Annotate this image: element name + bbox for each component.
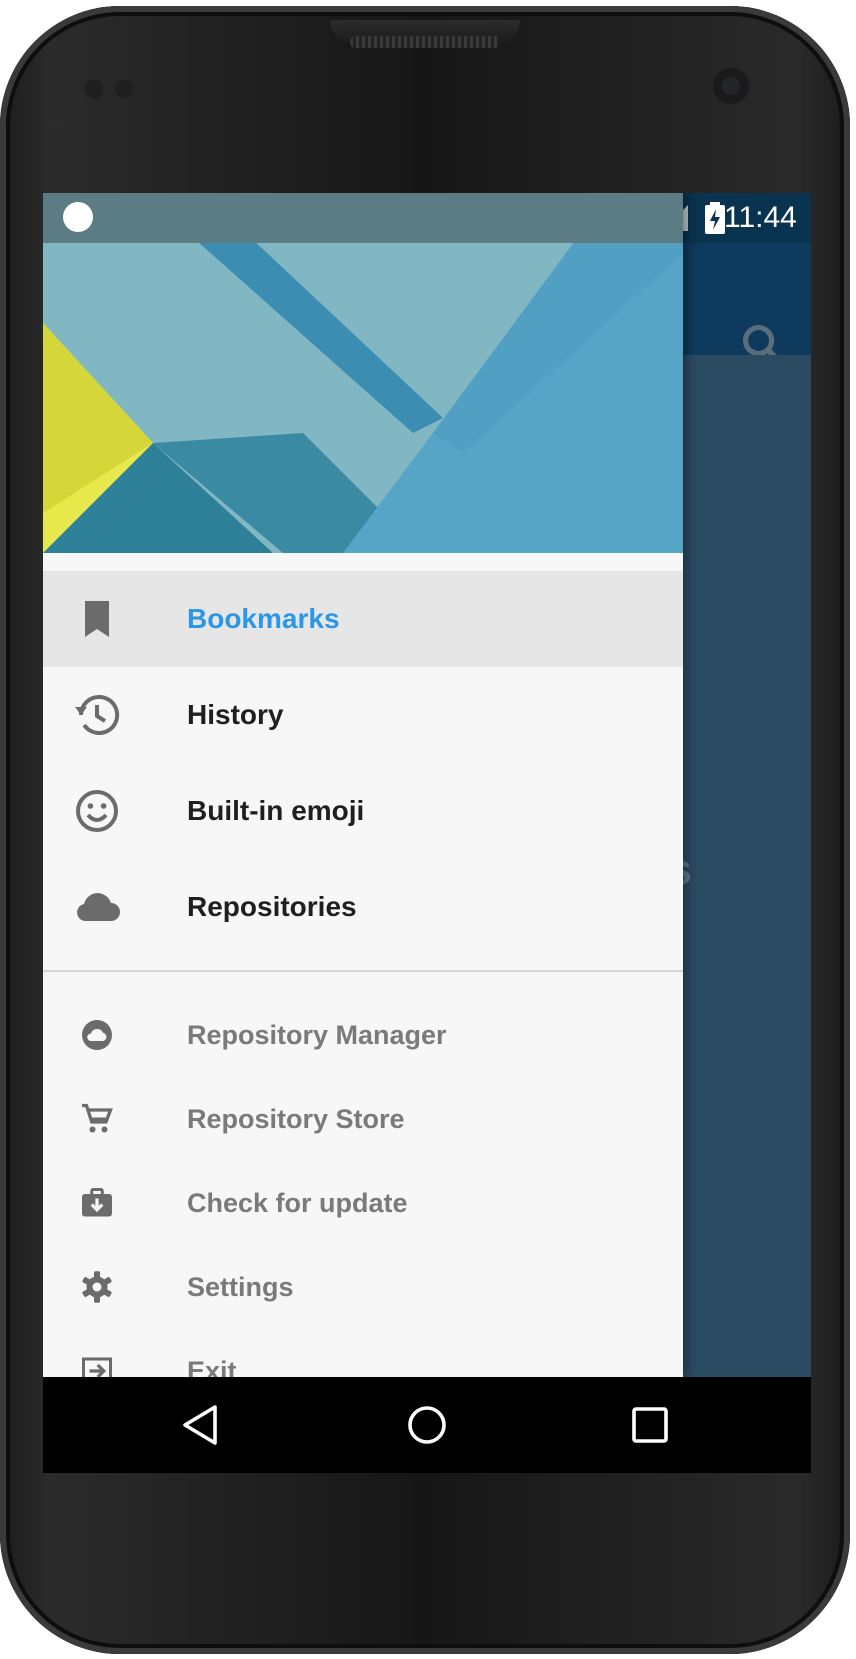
drawer-item-repository-manager[interactable]: Repository Manager <box>43 993 683 1077</box>
battery-charging-icon <box>705 202 725 234</box>
drawer-item-built-in-emoji[interactable]: Built-in emoji <box>43 763 683 859</box>
drawer-header-image <box>43 193 683 553</box>
drawer-item-label: Repository Manager <box>187 1020 447 1050</box>
drawer-item-exit[interactable]: Exit <box>43 1329 683 1377</box>
drawer-item-settings[interactable]: Settings <box>43 1245 683 1329</box>
front-camera <box>713 68 749 104</box>
bookmark-icon <box>85 601 109 637</box>
drawer-item-history[interactable]: History <box>43 667 683 763</box>
home-icon[interactable] <box>403 1401 451 1449</box>
screen: ks 11:44 <box>43 193 811 1473</box>
recents-icon[interactable] <box>626 1401 674 1449</box>
cloud-circle-icon <box>82 1020 112 1050</box>
drawer-item-label: Repository Store <box>187 1104 405 1134</box>
sensor <box>115 80 133 98</box>
drawer-divider <box>43 970 683 972</box>
drawer-item-repositories[interactable]: Repositories <box>43 859 683 955</box>
drawer-item-label: Check for update <box>187 1188 408 1218</box>
navigation-drawer: Bookmarks History Built-in emoji Reposit… <box>43 193 683 1377</box>
drawer-item-bookmarks[interactable]: Bookmarks <box>43 571 683 667</box>
drawer-item-repository-store[interactable]: Repository Store <box>43 1077 683 1161</box>
speaker-grille <box>350 36 500 48</box>
cart-icon <box>82 1103 113 1133</box>
status-clock: 11:44 <box>724 201 797 234</box>
drawer-item-label: Bookmarks <box>187 603 340 634</box>
smiley-icon <box>76 790 118 832</box>
sensor <box>85 80 103 98</box>
update-icon <box>82 1188 112 1217</box>
system-nav-bar <box>43 1377 811 1473</box>
exit-icon <box>82 1357 112 1377</box>
drawer-item-check-for-update[interactable]: Check for update <box>43 1161 683 1245</box>
drawer-item-label: Repositories <box>187 891 357 922</box>
drawer-item-label: Exit <box>187 1356 237 1377</box>
back-icon[interactable] <box>177 1401 225 1449</box>
gear-icon <box>82 1271 112 1303</box>
drawer-item-label: Built-in emoji <box>187 795 365 826</box>
history-icon <box>75 694 120 735</box>
drawer-item-label: History <box>187 699 284 730</box>
drawer-item-label: Settings <box>187 1272 294 1302</box>
phone-frame: ks 11:44 <box>0 6 850 1654</box>
cloud-icon <box>77 893 120 921</box>
